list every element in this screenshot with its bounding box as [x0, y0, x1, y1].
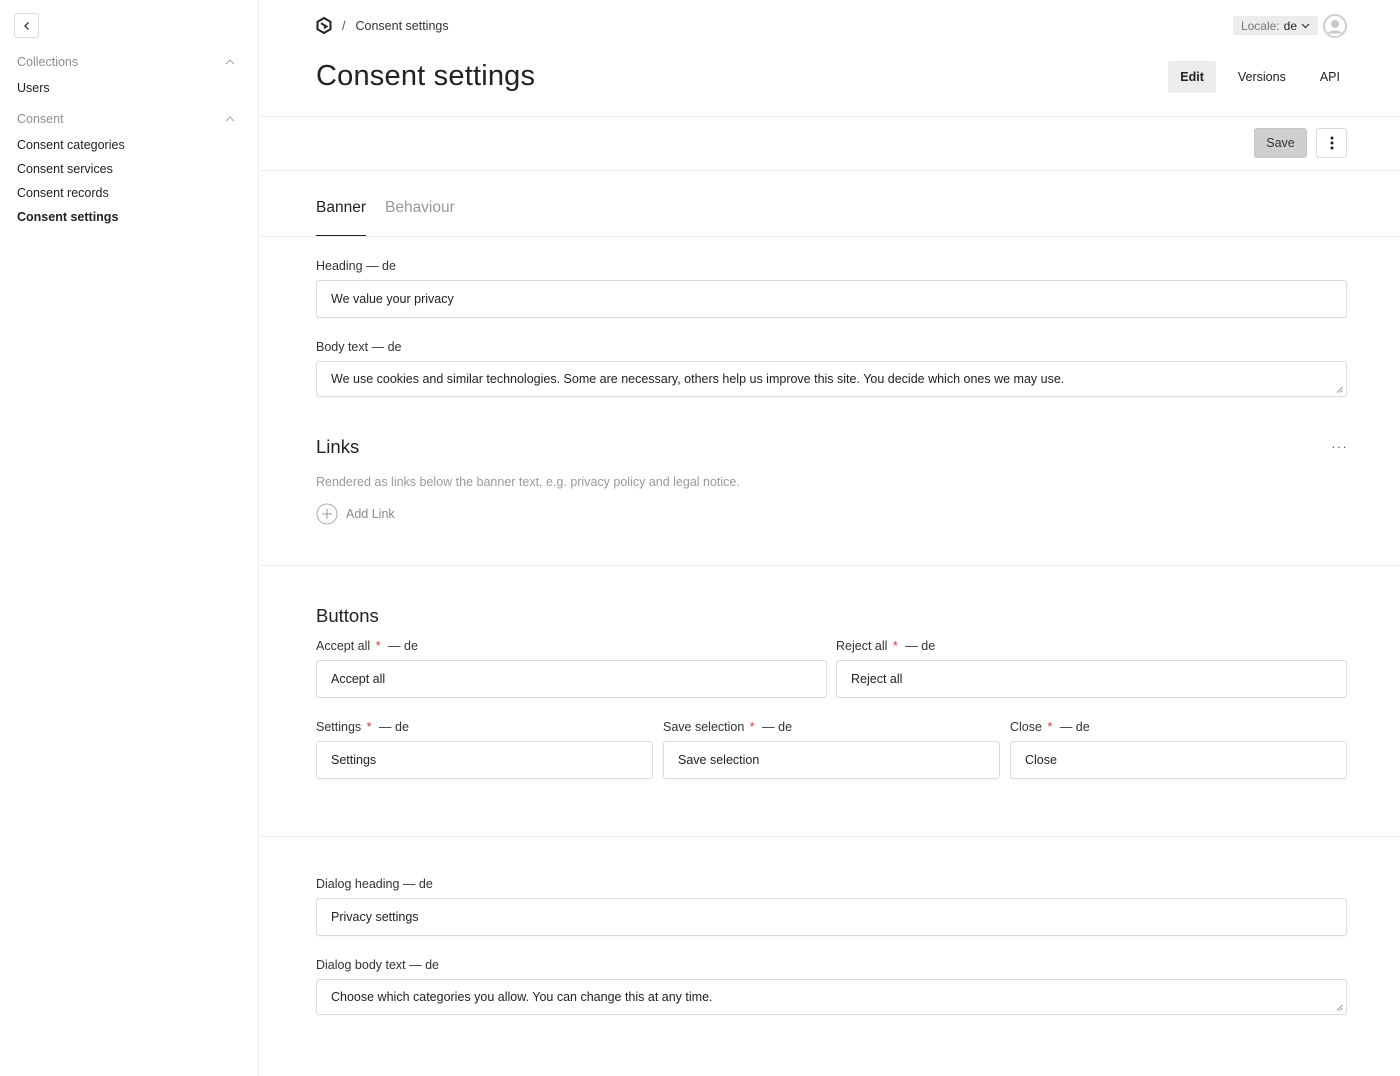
divider [260, 836, 1400, 837]
required-mark: * [892, 639, 898, 653]
divider [260, 170, 1400, 171]
dialog-heading-input[interactable]: Privacy settings [316, 898, 1347, 936]
chevron-up-icon [225, 116, 235, 122]
body-text-label: Body text — de [316, 340, 402, 354]
heading-label: Heading — de [316, 259, 396, 273]
nav-group-label: Consent [17, 112, 64, 126]
view-tabs: Edit Versions API [1168, 61, 1352, 93]
nav-group-collections[interactable]: Collections [17, 55, 235, 69]
links-section-title: Links [316, 436, 360, 457]
body-text-textarea[interactable]: We use cookies and similar technologies.… [316, 361, 1347, 397]
form-tabs: Banner Behaviour [316, 199, 455, 237]
sidebar-item-consent-services[interactable]: Consent services [17, 162, 113, 176]
chevron-up-icon [225, 59, 235, 65]
locale-suffix: — de [379, 720, 409, 734]
divider [260, 565, 1400, 566]
nav-group-label: Collections [17, 55, 79, 69]
tab-edit[interactable]: Edit [1168, 61, 1216, 93]
sidebar-item-users[interactable]: Users [17, 81, 50, 95]
field-label-text: Save selection [663, 720, 745, 734]
links-menu-button[interactable]: ··· [1331, 438, 1348, 454]
locale-suffix: — de [1059, 720, 1090, 734]
plus-circle-icon [316, 503, 338, 525]
sidebar-item-consent-categories[interactable]: Consent categories [17, 138, 125, 152]
chevron-left-icon [23, 21, 29, 30]
divider [260, 116, 1400, 117]
breadcrumb: / Consent settings [316, 17, 449, 34]
field-label-text: Reject all [836, 639, 888, 653]
user-icon [1323, 14, 1347, 38]
main-content: / Consent settings Consent settings Loca… [260, 0, 1400, 1076]
locale-suffix: — de [905, 639, 936, 653]
resize-grip-icon[interactable] [1336, 1004, 1343, 1011]
field-label-text: Accept all [316, 639, 371, 653]
required-mark: * [375, 639, 381, 653]
sidebar: Collections Users Consent Consent catego… [0, 0, 259, 1076]
payload-logo-icon[interactable] [316, 17, 332, 34]
required-mark: * [366, 720, 372, 734]
tab-banner[interactable]: Banner [316, 199, 366, 237]
tab-versions[interactable]: Versions [1226, 61, 1298, 93]
tab-behaviour[interactable]: Behaviour [385, 199, 455, 237]
locale-value: de [1283, 18, 1297, 33]
page-title: Consent settings [316, 60, 536, 92]
heading-input[interactable]: We value your privacy [316, 280, 1347, 318]
divider [260, 236, 1400, 237]
tab-api[interactable]: API [1308, 61, 1352, 93]
links-description: Rendered as links below the banner text,… [316, 475, 740, 489]
field-label-text: Body text [316, 340, 369, 354]
add-link-label: Add Link [346, 507, 395, 521]
sidebar-item-consent-settings[interactable]: Consent settings [17, 210, 118, 224]
accept-all-label: Accept all * — de [316, 639, 418, 653]
buttons-section-title: Buttons [316, 605, 379, 626]
settings-label: Settings * — de [316, 720, 409, 734]
sidebar-item-consent-records[interactable]: Consent records [17, 186, 109, 200]
reject-all-input[interactable]: Reject all [836, 660, 1347, 698]
required-mark: * [1047, 720, 1053, 734]
add-link-button[interactable]: Add Link [316, 503, 395, 525]
textarea-value: Choose which categories you allow. You c… [331, 990, 713, 1004]
field-label-text: Heading [316, 259, 363, 273]
locale-suffix: — de [409, 958, 440, 972]
locale-selector[interactable]: Locale: de [1232, 16, 1318, 35]
nav-group-consent[interactable]: Consent [17, 112, 235, 126]
close-input[interactable]: Close [1010, 741, 1347, 779]
locale-suffix: — de [402, 877, 433, 891]
breadcrumb-separator: / [342, 18, 346, 33]
locale-label: Locale: [1240, 18, 1280, 33]
field-label-text: Settings [316, 720, 362, 734]
dialog-body-text-textarea[interactable]: Choose which categories you allow. You c… [316, 979, 1347, 1015]
settings-input[interactable]: Settings [316, 741, 653, 779]
save-button[interactable]: Save [1254, 128, 1307, 158]
avatar[interactable] [1323, 14, 1347, 38]
locale-suffix: — de [371, 340, 402, 354]
reject-all-label: Reject all * — de [836, 639, 935, 653]
required-mark: * [749, 720, 755, 734]
close-label: Close * — de [1010, 720, 1090, 734]
accept-all-input[interactable]: Accept all [316, 660, 827, 698]
field-label-text: Dialog heading [316, 877, 400, 891]
locale-suffix: — de [366, 259, 396, 273]
field-label-text: Dialog body text [316, 958, 406, 972]
locale-suffix: — de [388, 639, 418, 653]
dialog-heading-label: Dialog heading — de [316, 877, 433, 891]
locale-suffix: — de [762, 720, 793, 734]
textarea-value: We use cookies and similar technologies.… [331, 372, 1065, 386]
dialog-body-text-label: Dialog body text — de [316, 958, 439, 972]
save-selection-label: Save selection * — de [663, 720, 792, 734]
save-selection-input[interactable]: Save selection [663, 741, 1000, 779]
breadcrumb-current: Consent settings [355, 18, 449, 33]
collapse-sidebar-button[interactable] [14, 13, 39, 38]
chevron-down-icon [1301, 23, 1310, 28]
field-label-text: Close [1010, 720, 1042, 734]
more-options-button[interactable] [1316, 128, 1347, 158]
resize-grip-icon[interactable] [1336, 386, 1343, 393]
more-vertical-icon [1330, 136, 1333, 150]
